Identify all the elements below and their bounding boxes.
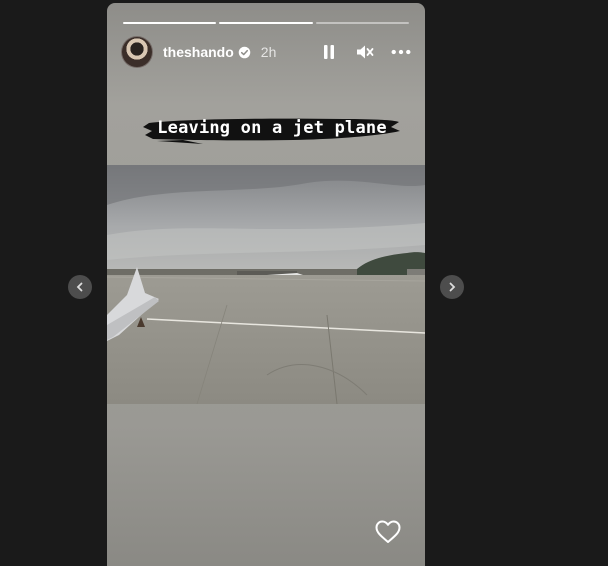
progress-segment xyxy=(123,22,217,24)
story-photo xyxy=(107,165,425,404)
pause-icon xyxy=(324,45,334,59)
more-options-button[interactable] xyxy=(391,42,411,62)
next-story-button[interactable] xyxy=(440,275,464,299)
username[interactable]: theshando xyxy=(163,44,234,60)
more-options-icon xyxy=(391,49,411,55)
chevron-left-icon xyxy=(76,282,83,292)
story-header: theshando 2h xyxy=(121,36,411,68)
story-progress-bar xyxy=(123,22,409,24)
story-viewer[interactable]: theshando 2h Leaving on a jet plane xyxy=(107,3,425,566)
previous-story-button[interactable] xyxy=(68,275,92,299)
chevron-right-icon xyxy=(449,282,456,292)
avatar[interactable] xyxy=(121,36,153,68)
caption-text: Leaving on a jet plane xyxy=(157,118,387,138)
progress-segment xyxy=(219,22,313,24)
pause-button[interactable] xyxy=(319,42,339,62)
post-time: 2h xyxy=(260,44,277,60)
story-caption: Leaving on a jet plane xyxy=(143,113,401,147)
muted-speaker-icon xyxy=(357,45,374,59)
heart-icon[interactable] xyxy=(375,520,401,544)
progress-segment xyxy=(315,22,409,24)
verified-badge-icon xyxy=(238,46,251,58)
mute-button[interactable] xyxy=(355,42,375,62)
